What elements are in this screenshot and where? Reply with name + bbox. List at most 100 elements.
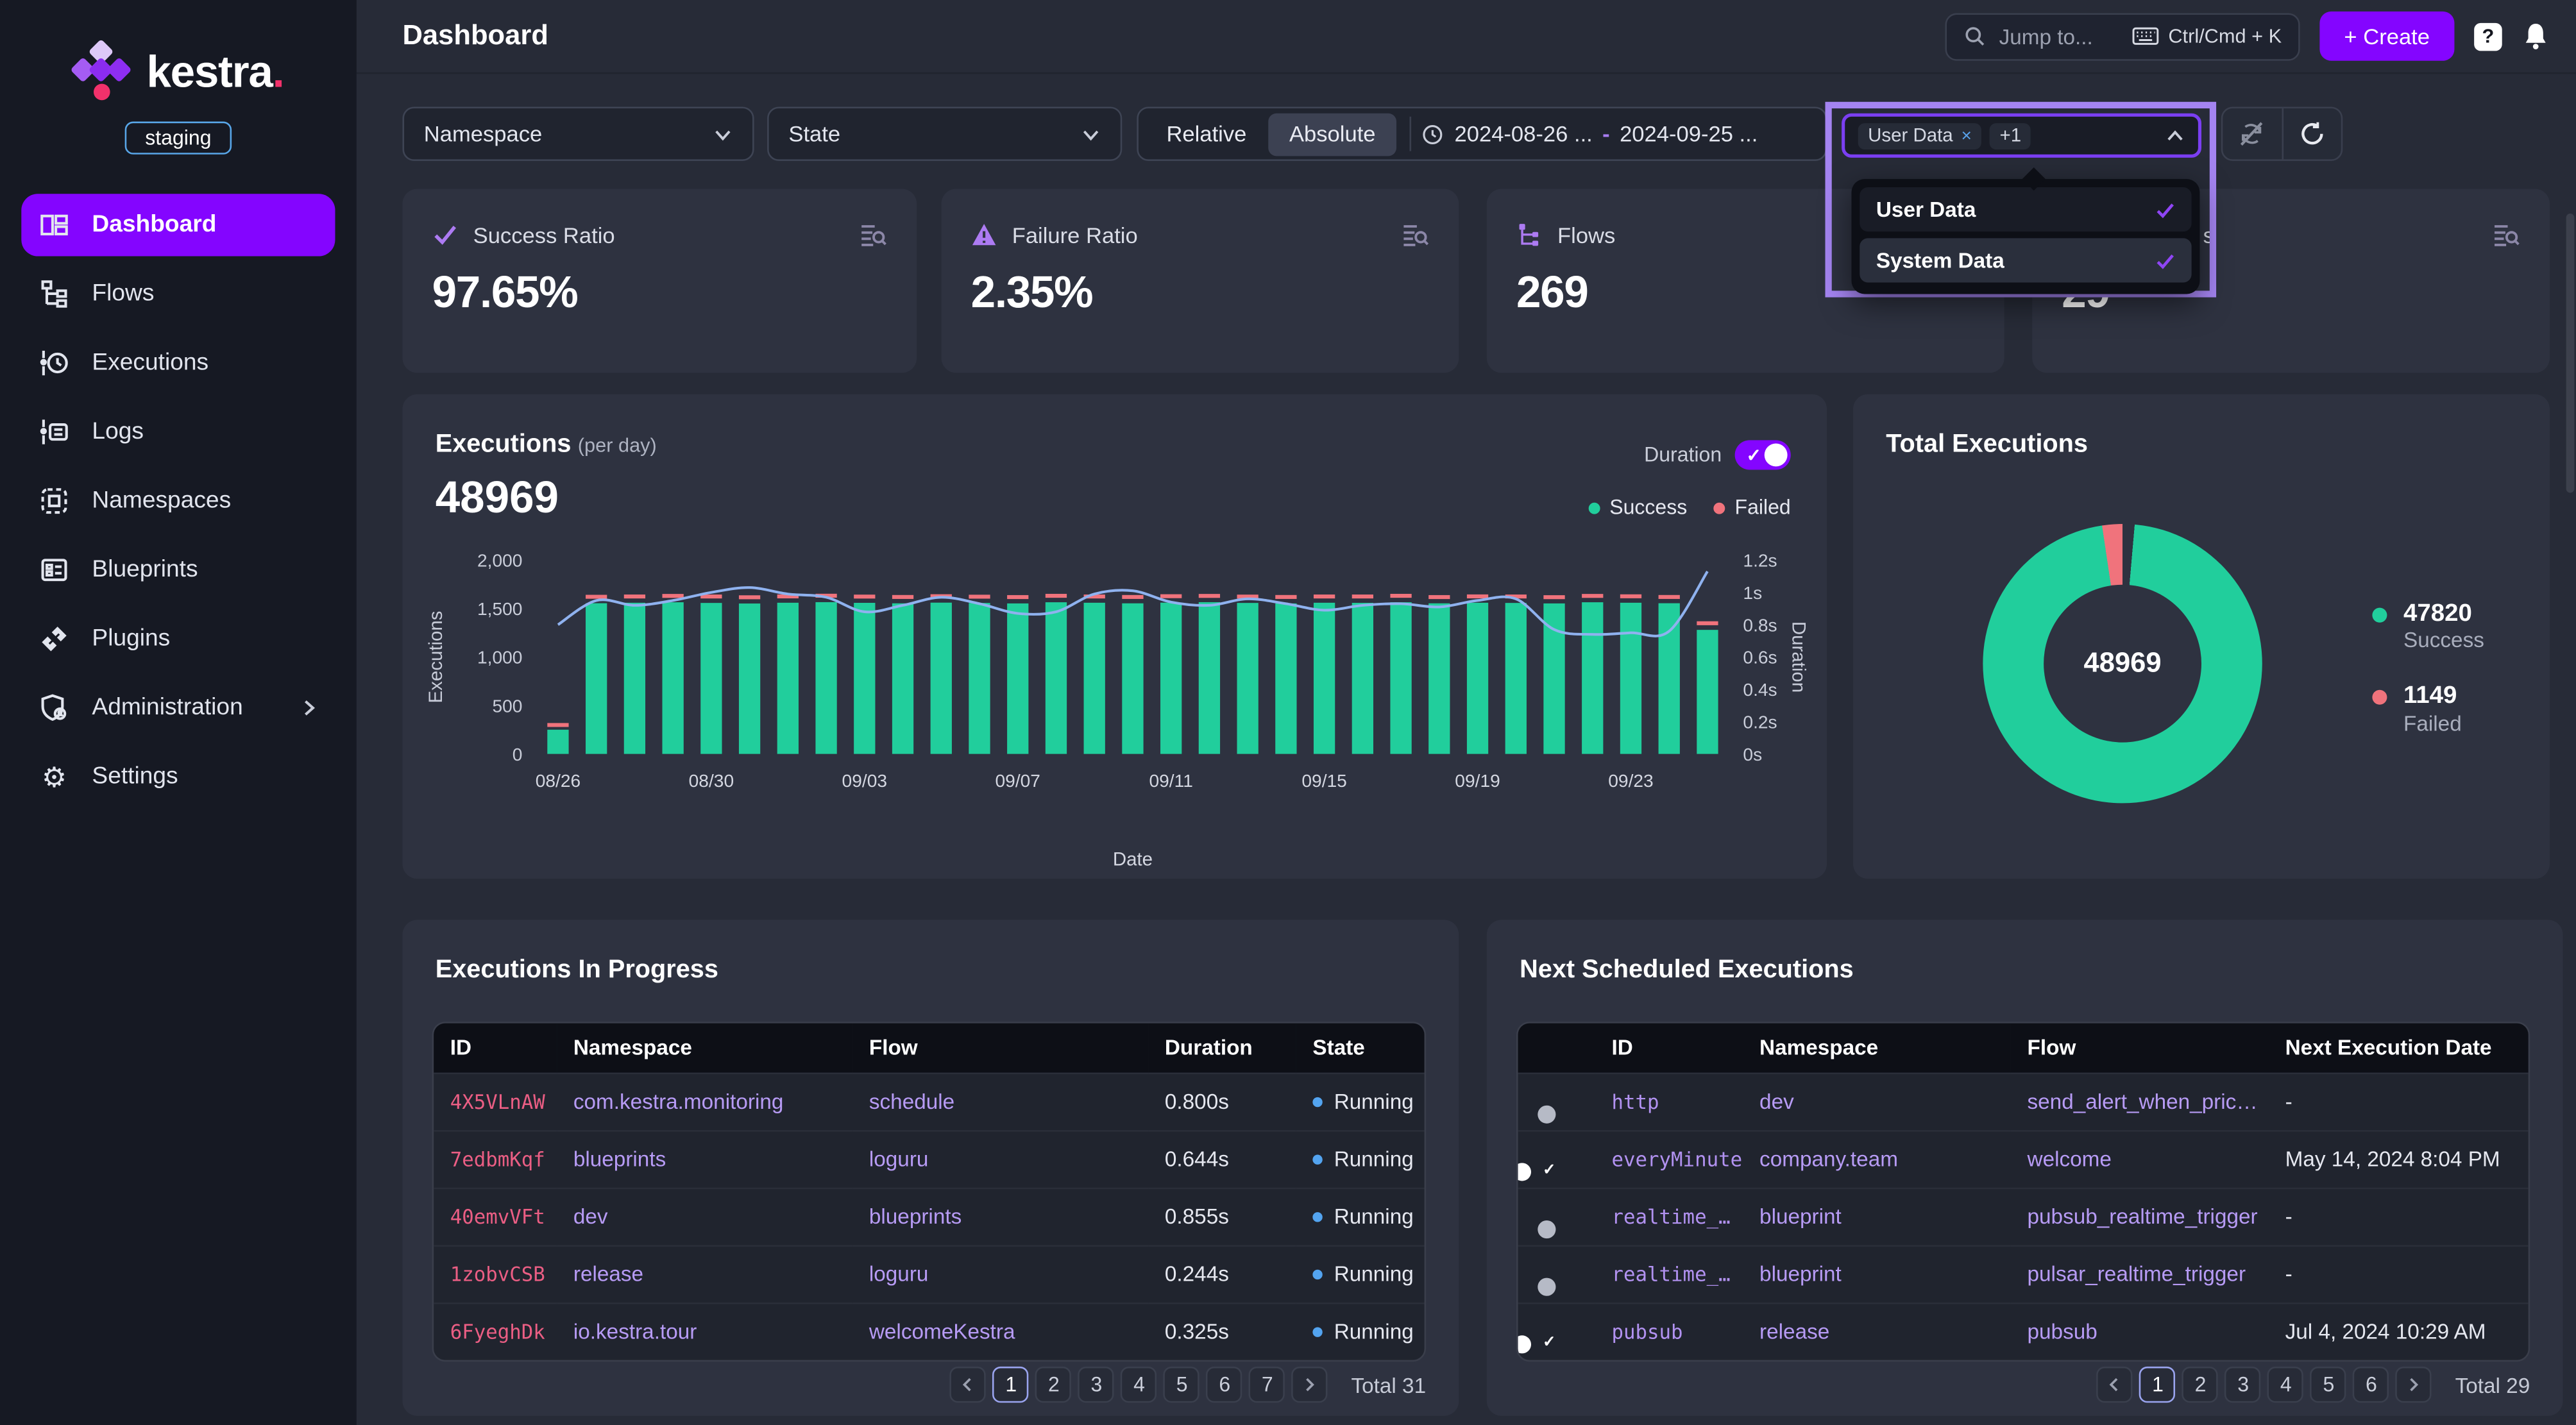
refresh-button[interactable] — [2281, 108, 2341, 159]
svg-text:09/11: 09/11 — [1149, 770, 1192, 791]
table-header-row: IDNamespace FlowNext Execution Date — [1518, 1024, 2529, 1073]
table-row[interactable]: ✓ realtime_…blueprint pubsub_realtime_tr… — [1518, 1188, 2529, 1245]
svg-text:2,000: 2,000 — [477, 550, 522, 571]
jump-to-search[interactable]: Jump to... Ctrl/Cmd + K — [1945, 12, 2300, 60]
page-scrollbar[interactable] — [2566, 214, 2575, 493]
namespace-filter-label: Namespace — [424, 122, 543, 146]
sidebar-item-executions[interactable]: Executions — [21, 332, 335, 394]
card-title: Success Ratio — [473, 223, 615, 247]
executions-panel-title: Executions(per day) — [436, 430, 657, 460]
next-scheduled-panel: Next Scheduled Executions IDNamespace Fl… — [1487, 920, 2563, 1415]
data-type-dropdown: User Data System Data — [1851, 179, 2199, 294]
relative-tab[interactable]: Relative — [1145, 122, 1268, 146]
table-row[interactable]: 7edbmKqfblueprints loguru0.644s Running — [434, 1130, 1424, 1188]
page-button[interactable]: 6 — [2353, 1367, 2389, 1403]
chevron-down-icon — [1081, 124, 1101, 144]
list-search-icon[interactable] — [2492, 222, 2520, 248]
kestra-logo-icon — [72, 39, 131, 105]
help-button[interactable]: ? — [2474, 22, 2502, 51]
prev-page-button[interactable] — [2097, 1367, 2133, 1403]
table-row[interactable]: 1zobvCSBrelease loguru0.244s Running — [434, 1245, 1424, 1303]
dashboard-grid-icon — [38, 208, 71, 241]
svg-text:09/19: 09/19 — [1455, 770, 1500, 791]
remove-tag-icon[interactable]: × — [1962, 126, 1972, 146]
table-row[interactable]: ✓ pubsubrelease pubsubJul 4, 2024 10:29 … — [1518, 1303, 2529, 1360]
sidebar-item-logs[interactable]: Logs — [21, 401, 335, 463]
logo-text: kestra. — [146, 47, 284, 97]
sidebar-item-settings[interactable]: ⚙ Settings — [21, 746, 335, 808]
next-page-button[interactable] — [2396, 1367, 2432, 1403]
kestra-logo[interactable]: kestra. — [0, 39, 357, 105]
prev-page-button[interactable] — [951, 1367, 987, 1403]
sidebar-item-plugins[interactable]: Plugins — [21, 608, 335, 670]
check-icon — [2155, 199, 2175, 219]
page-button[interactable]: 4 — [1121, 1367, 1157, 1403]
card-value: 2.35% — [971, 267, 1430, 318]
sidebar-item-dashboard[interactable]: Dashboard — [21, 194, 335, 256]
table-row[interactable]: 40emvVFtdev blueprints0.855s Running — [434, 1188, 1424, 1245]
table-row[interactable]: 6FyeghDkio.kestra.tour welcomeKestra0.32… — [434, 1303, 1424, 1360]
success-legend-dot — [1588, 503, 1600, 514]
sidebar-item-label: Blueprints — [92, 557, 198, 583]
end-date-input[interactable]: 2024-09-25 ... — [1620, 122, 1758, 146]
pagination: 1 2 3 4 5 6 7 Total 31 — [951, 1367, 1427, 1403]
date-range-control: Relative Absolute 2024-08-26 ... - 2024-… — [1137, 106, 1827, 161]
page-button[interactable]: 5 — [2310, 1367, 2346, 1403]
total-executions-donut[interactable]: 48969 — [1983, 524, 2262, 803]
page-button[interactable]: 3 — [2225, 1367, 2261, 1403]
dropdown-option-user-data[interactable]: User Data — [1860, 187, 2191, 232]
pagination: 1 2 3 4 5 6 Total 29 — [2097, 1367, 2530, 1403]
page-button[interactable]: 5 — [1164, 1367, 1199, 1403]
chevron-up-icon — [2165, 126, 2185, 146]
svg-text:0.4s: 0.4s — [1743, 679, 1777, 700]
sidebar-item-blueprints[interactable]: Blueprints — [21, 539, 335, 601]
table-row[interactable]: 4X5VLnAWcom.kestra.monitoring schedule0.… — [434, 1072, 1424, 1130]
sidebar-item-administration[interactable]: Administration — [21, 677, 335, 739]
sidebar: kestra. staging Dashboard Flows Executio… — [0, 0, 357, 1425]
page-button[interactable]: 4 — [2268, 1367, 2304, 1403]
total-executions-panel: Total Executions 48969 47820Success 1149… — [1853, 394, 2550, 879]
sidebar-item-namespaces[interactable]: Namespaces — [21, 470, 335, 532]
data-type-multiselect[interactable]: User Data × +1 — [1842, 114, 2201, 158]
start-date-input[interactable]: 2024-08-26 ... — [1421, 122, 1593, 146]
table-row[interactable]: ✓ realtime_…blueprint pulsar_realtime_tr… — [1518, 1245, 2529, 1303]
sidebar-item-label: Dashboard — [92, 212, 216, 238]
state-filter-select[interactable]: State — [767, 106, 1122, 161]
list-search-icon[interactable] — [860, 222, 888, 248]
auto-refresh-off-button[interactable] — [2223, 108, 2281, 159]
absolute-tab[interactable]: Absolute — [1268, 112, 1397, 155]
page-button[interactable]: 7 — [1250, 1367, 1285, 1403]
status-badge: Running — [1296, 1188, 1425, 1245]
namespace-filter-select[interactable]: Namespace — [402, 106, 754, 161]
duration-toggle[interactable]: ✓ — [1735, 440, 1791, 469]
next-page-button[interactable] — [1292, 1367, 1328, 1403]
page-button[interactable]: 3 — [1078, 1367, 1114, 1403]
svg-text:09/15: 09/15 — [1301, 770, 1346, 791]
notifications-bell-icon[interactable] — [2521, 21, 2550, 51]
sidebar-item-label: Namespaces — [92, 488, 231, 514]
table-row[interactable]: ✓ httpdev send_alert_when_price…- — [1518, 1072, 2529, 1130]
page-button[interactable]: 2 — [1036, 1367, 1072, 1403]
table-row[interactable]: ✓ everyMinutecompany.team welcomeMay 14,… — [1518, 1130, 2529, 1188]
plugins-icon — [38, 623, 71, 655]
page-button[interactable]: 1 — [993, 1367, 1029, 1403]
svg-text:08/26: 08/26 — [536, 770, 580, 791]
namespaces-icon — [38, 485, 71, 518]
list-search-icon[interactable] — [1402, 222, 1430, 248]
sidebar-nav: Dashboard Flows Executions Logs Namespac… — [0, 194, 357, 808]
failed-legend-dot — [2372, 690, 2387, 705]
duration-toggle-label: Duration — [1644, 444, 1722, 467]
donut-center-value: 48969 — [2084, 647, 2162, 680]
create-button[interactable]: + Create — [2319, 12, 2454, 61]
sidebar-item-flows[interactable]: Flows — [21, 263, 335, 325]
total-count-label: Total 29 — [2455, 1372, 2530, 1397]
page-button[interactable]: 6 — [1207, 1367, 1242, 1403]
page-button[interactable]: 2 — [2182, 1367, 2218, 1403]
page-button[interactable]: 1 — [2140, 1367, 2176, 1403]
total-executions-title: Total Executions — [1886, 430, 2088, 460]
status-badge: Running — [1296, 1303, 1425, 1360]
dropdown-option-system-data[interactable]: System Data — [1860, 238, 2191, 282]
svg-text:1.2s: 1.2s — [1743, 550, 1777, 571]
executions-chart[interactable]: 05001,0001,5002,0000s0.2s0.4s0.6s0.8s1s1… — [416, 541, 1814, 872]
svg-text:1s: 1s — [1743, 582, 1762, 603]
